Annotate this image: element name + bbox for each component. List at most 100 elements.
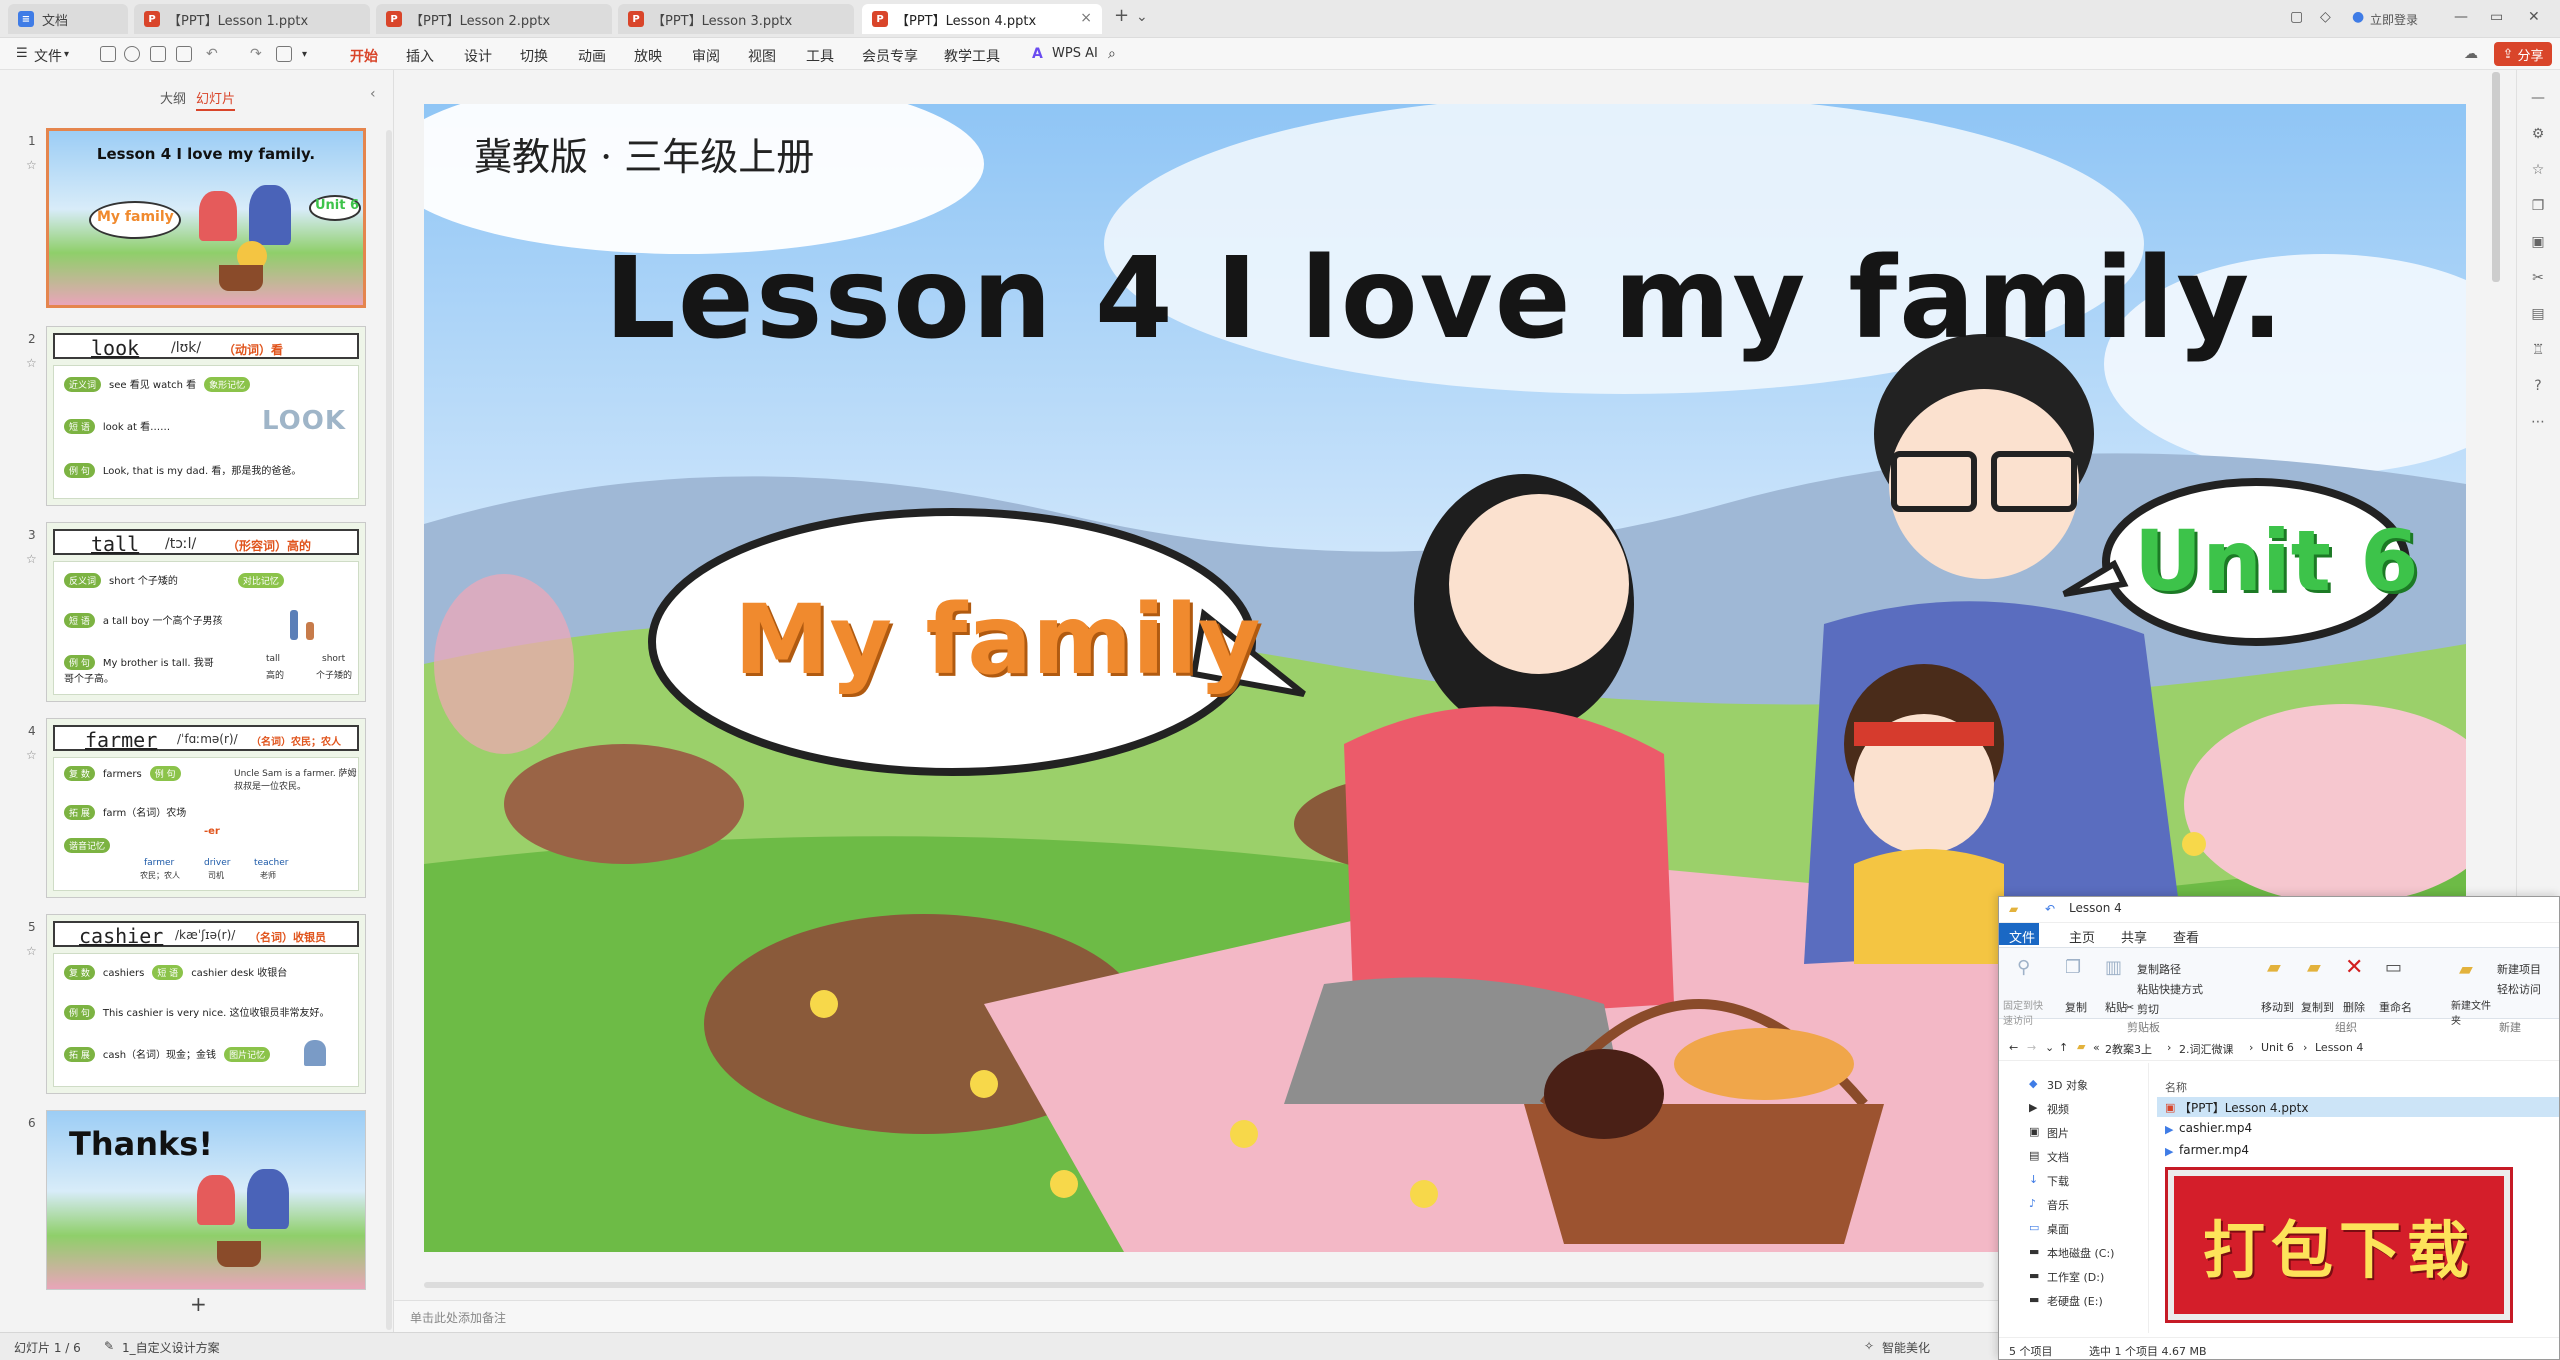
add-slide-button[interactable]: +: [190, 1292, 207, 1316]
ribbon-tab-file[interactable]: 文件: [2009, 927, 2035, 946]
pin-quick-access[interactable]: 固定到快速访问: [2003, 997, 2043, 1027]
menu-member[interactable]: 会员专享: [862, 46, 918, 66]
paste-shortcut-button[interactable]: 粘贴快捷方式: [2137, 981, 2203, 997]
recent-icon[interactable]: ⌄: [2045, 1041, 2054, 1054]
menu-review[interactable]: 审阅: [692, 46, 720, 66]
nav-item[interactable]: 文档: [2047, 1149, 2069, 1165]
star-icon[interactable]: ☆: [26, 552, 37, 566]
search-icon[interactable]: ⌕: [1108, 46, 1116, 62]
horizontal-scrollbar[interactable]: [424, 1282, 1984, 1288]
star-icon[interactable]: ☆: [26, 158, 37, 172]
back-icon[interactable]: ←: [2009, 1041, 2018, 1054]
minimize-icon[interactable]: —: [2454, 9, 2468, 25]
nav-item[interactable]: 3D 对象: [2047, 1077, 2088, 1093]
move-to-button[interactable]: 移动到: [2261, 999, 2294, 1015]
up-icon[interactable]: ↑: [2059, 1041, 2068, 1054]
close-tab-icon[interactable]: ×: [1080, 10, 1092, 26]
smart-beautify-button[interactable]: 智能美化: [1882, 1339, 1930, 1356]
nav-item[interactable]: 桌面: [2047, 1221, 2069, 1237]
copy-path-button[interactable]: 复制路径: [2137, 961, 2181, 977]
menu-transition[interactable]: 切换: [520, 46, 548, 66]
tab-outline[interactable]: 大纲: [160, 88, 186, 107]
file-item[interactable]: 【PPT】Lesson 4.pptx: [2179, 1099, 2308, 1116]
tab-lesson3[interactable]: P 【PPT】Lesson 3.pptx: [618, 4, 854, 34]
tools-icon[interactable]: ✂: [2529, 270, 2547, 288]
breadcrumb-item[interactable]: Lesson 4: [2315, 1041, 2363, 1054]
login-link[interactable]: 立即登录: [2370, 11, 2418, 28]
rename-button[interactable]: 重命名: [2379, 999, 2412, 1015]
cloud-sync-icon[interactable]: ☁: [2464, 46, 2478, 62]
menu-slideshow[interactable]: 放映: [634, 46, 662, 66]
theme-name[interactable]: 1_自定义设计方案: [122, 1339, 220, 1356]
copy-icon[interactable]: ❐: [2529, 198, 2547, 216]
tab-lesson2[interactable]: P 【PPT】Lesson 2.pptx: [376, 4, 612, 34]
adjust-icon[interactable]: ⚙: [2529, 126, 2547, 144]
star-icon[interactable]: ☆: [2529, 162, 2547, 180]
copy-to-button[interactable]: 复制到: [2301, 999, 2334, 1015]
wps-ai-icon[interactable]: A: [1032, 46, 1043, 62]
menu-teaching-tools[interactable]: 教学工具: [944, 46, 1000, 66]
delete-button[interactable]: 删除: [2343, 999, 2365, 1015]
forward-icon[interactable]: →: [2027, 1041, 2036, 1054]
tab-docs[interactable]: ≡ 文档: [8, 4, 128, 34]
breadcrumb-item[interactable]: Unit 6: [2261, 1041, 2294, 1054]
slide-thumb-4[interactable]: farmer /ˈfɑːmə(r)/ （名词）农民；农人 复 数 farmers 例…: [46, 718, 366, 898]
undo-icon[interactable]: ↶: [2045, 902, 2055, 916]
breadcrumb-more[interactable]: «: [2093, 1041, 2100, 1054]
copy-button[interactable]: 复制: [2065, 999, 2087, 1015]
print-icon[interactable]: [150, 46, 166, 62]
ribbon-tab-share[interactable]: 共享: [2121, 927, 2147, 946]
slide-scrollbar[interactable]: [2492, 72, 2500, 282]
nav-item[interactable]: 本地磁盘 (C:): [2047, 1245, 2114, 1261]
notes-placeholder[interactable]: 单击此处添加备注: [410, 1309, 506, 1326]
menu-design[interactable]: 设计: [464, 46, 492, 66]
share-button[interactable]: ⇪ 分享: [2494, 42, 2552, 66]
redo-icon[interactable]: ↷: [250, 46, 262, 62]
nav-item[interactable]: 图片: [2047, 1125, 2069, 1141]
star-icon[interactable]: ☆: [26, 748, 37, 762]
hamburger-icon[interactable]: ☰: [16, 46, 28, 61]
breadcrumb-item[interactable]: 2教案3上: [2105, 1041, 2152, 1057]
preview-icon[interactable]: [176, 46, 192, 62]
slide-thumb-3[interactable]: tall /tɔːl/ （形容词）高的 反义词 short 个子矮的 对比记忆 短 …: [46, 522, 366, 702]
star-icon[interactable]: ☆: [26, 356, 37, 370]
file-item[interactable]: cashier.mp4: [2179, 1121, 2252, 1135]
save-icon[interactable]: [100, 46, 116, 62]
collapse-icon[interactable]: —: [2529, 90, 2547, 108]
chevron-down-icon[interactable]: ⌄: [1136, 9, 1148, 25]
cube-icon[interactable]: ◇: [2320, 9, 2331, 25]
address-bar[interactable]: ← → ⌄ ↑ ▰ « 2教案3上 › 2.词汇微课 › Unit 6 › Le…: [1999, 1035, 2559, 1061]
cut-button[interactable]: 剪切: [2137, 1001, 2159, 1017]
new-item-button[interactable]: 新建项目: [2497, 961, 2541, 977]
new-tab-icon[interactable]: +: [1114, 5, 1129, 26]
nav-item[interactable]: 音乐: [2047, 1197, 2069, 1213]
wps-ai-button[interactable]: WPS AI: [1052, 46, 1098, 61]
tab-lesson1[interactable]: P 【PPT】Lesson 1.pptx: [134, 4, 370, 34]
menu-tools[interactable]: 工具: [806, 46, 834, 66]
new-folder-button[interactable]: 新建文件夹: [2451, 997, 2491, 1027]
menu-animation[interactable]: 动画: [578, 46, 606, 66]
slide-thumb-1[interactable]: Lesson 4 I love my family. My family Uni…: [46, 128, 366, 308]
paste-button[interactable]: 粘贴: [2105, 999, 2127, 1015]
chevron-down-icon[interactable]: ▾: [302, 49, 307, 60]
window-layout-icon[interactable]: ▢: [2290, 9, 2303, 25]
nav-item[interactable]: 视频: [2047, 1101, 2069, 1117]
nav-item[interactable]: 下载: [2047, 1173, 2069, 1189]
close-window-icon[interactable]: ✕: [2528, 9, 2540, 25]
slide-thumb-5[interactable]: cashier /kæˈʃɪə(r)/ （名词）收银员 复 数 cashiers 短…: [46, 914, 366, 1094]
stamp-icon[interactable]: ♖: [2529, 342, 2547, 360]
book-icon[interactable]: ▤: [2529, 306, 2547, 324]
undo-icon[interactable]: ↶: [206, 46, 218, 62]
restore-icon[interactable]: ▭: [2490, 9, 2503, 25]
nav-item[interactable]: 工作室 (D:): [2047, 1269, 2104, 1285]
more-icon[interactable]: ⋯: [2529, 414, 2547, 432]
notes-pane[interactable]: 单击此处添加备注: [394, 1300, 2002, 1332]
breadcrumb-item[interactable]: 2.词汇微课: [2179, 1041, 2234, 1057]
slide-thumb-2[interactable]: look /lʊk/ （动词）看 近义词 see 看见 watch 看象形记忆 短…: [46, 326, 366, 506]
format-painter-icon[interactable]: [276, 46, 292, 62]
download-package-banner[interactable]: 打包下载: [2168, 1170, 2510, 1320]
slide-thumb-6[interactable]: Thanks!: [46, 1110, 366, 1290]
ribbon-tab-home[interactable]: 主页: [2069, 927, 2095, 946]
user-avatar-icon[interactable]: ●: [2352, 9, 2364, 25]
menu-view[interactable]: 视图: [748, 46, 776, 66]
